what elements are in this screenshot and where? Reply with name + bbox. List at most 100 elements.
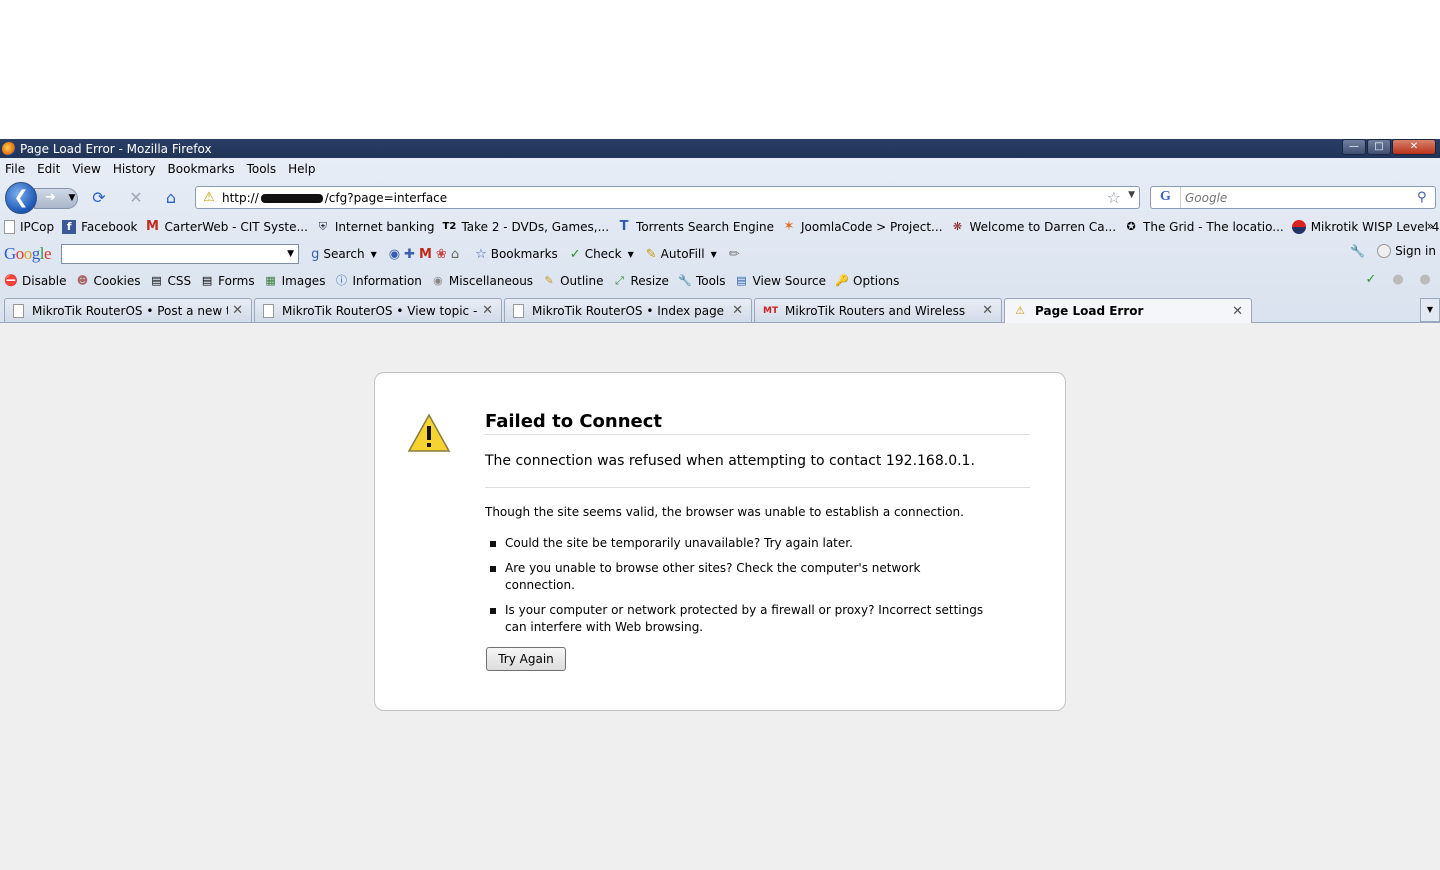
close-tab-icon[interactable]: ✕	[232, 303, 243, 318]
joomla-icon: ✶	[783, 219, 795, 234]
wd-information-menu[interactable]: ⓘ Information	[334, 274, 422, 288]
resize-icon: ⤢	[615, 274, 624, 287]
close-tab-icon[interactable]: ✕	[1232, 304, 1243, 319]
tools-icon: 🔧	[678, 274, 692, 287]
close-window-button[interactable]: ✕	[1392, 139, 1436, 155]
search-input[interactable]	[1181, 190, 1417, 205]
bookmark-star-icon[interactable]: ☆	[1107, 188, 1121, 207]
pen-icon: ✏	[728, 246, 740, 262]
tab-view-topic[interactable]: MikroTik RouterOS • View topic - v4... ✕	[254, 298, 502, 322]
wd-status: ✓ ● ●	[1351, 273, 1432, 287]
error-long-description: Though the site seems valid, the browser…	[485, 505, 964, 519]
menu-bookmarks[interactable]: Bookmarks	[162, 162, 241, 176]
search-engine-icon[interactable]: G	[1151, 187, 1181, 208]
google-g-icon: g	[311, 246, 320, 262]
bookmark-item[interactable]: T2 Take 2 - DVDs, Games,...	[442, 220, 610, 234]
images-icon: ▦	[265, 274, 276, 287]
wd-disable-menu[interactable]: ⛔ Disable	[4, 274, 66, 288]
bookmark-item[interactable]: M CarterWeb - CIT Syste...	[146, 220, 308, 235]
try-again-button[interactable]: Try Again	[486, 647, 566, 671]
divider	[485, 434, 1030, 435]
window-controls: — □ ✕	[1341, 139, 1436, 155]
wd-images-menu[interactable]: ▦ Images	[264, 274, 325, 288]
tab-mikrotik-routers[interactable]: MT MikroTik Routers and Wireless ✕	[754, 298, 1002, 322]
search-icon[interactable]: ⚲	[1417, 190, 1435, 205]
close-tab-icon[interactable]: ✕	[732, 303, 743, 318]
menu-history[interactable]: History	[107, 162, 162, 176]
globe-icon: ◉	[388, 246, 401, 262]
signin-circle-icon	[1377, 244, 1392, 258]
url-dropdown-icon[interactable]: ▼	[1128, 190, 1135, 200]
bookmark-share-icon: ❀	[435, 246, 447, 262]
wd-tools-menu[interactable]: 🔧 Tools	[678, 274, 725, 288]
bookmarks-overflow-icon[interactable]: »	[1427, 219, 1434, 233]
url-text[interactable]: http:///cfg?page=interface	[222, 191, 447, 205]
wd-cookies-menu[interactable]: ☻ Cookies	[76, 274, 141, 288]
wd-options-menu[interactable]: 🔑 Options	[835, 274, 899, 288]
menu-file[interactable]: File	[0, 162, 31, 176]
autofill-button[interactable]: ✎ AutoFill ▼	[646, 247, 717, 262]
tab-post-new-topic[interactable]: MikroTik RouterOS • Post a new topic ✕	[4, 298, 252, 322]
google-bookmarks-button[interactable]: ☆ Bookmarks	[475, 247, 558, 262]
close-tab-icon[interactable]: ✕	[482, 303, 493, 318]
close-tab-icon[interactable]: ✕	[982, 303, 993, 318]
list-item: Could the site be temporarily unavailabl…	[485, 535, 985, 552]
error-page-container: Failed to Connect The connection was ref…	[374, 372, 1066, 711]
page-content: Failed to Connect The connection was ref…	[0, 323, 1440, 870]
navigation-toolbar: ➔ ❮ ▼ ⟳ ✕ ⌂ ⚠ http:///cfg?page=interface…	[0, 180, 1440, 214]
google-tools-buttons[interactable]: ◉ ✚ M ❀ ⌂	[389, 247, 463, 262]
tab-index-page[interactable]: MikroTik RouterOS • Index page ✕	[504, 298, 752, 322]
wrench-icon[interactable]: 🔧	[1350, 244, 1365, 258]
menu-tools[interactable]: Tools	[241, 162, 283, 176]
list-item: Are you unable to browse other sites? Ch…	[485, 560, 985, 594]
bank-icon: ⌂	[450, 246, 460, 262]
bookmark-item[interactable]: ❋ Welcome to Darren Ca...	[951, 220, 1116, 234]
valid-check-icon: ✓	[1365, 272, 1377, 287]
bookmark-item[interactable]: ⛨ Internet banking	[316, 220, 435, 234]
url-bar[interactable]: ⚠ http:///cfg?page=interface ☆ ▼	[195, 186, 1140, 209]
wd-view-source-menu[interactable]: ▤ View Source	[735, 274, 826, 288]
firefox-icon	[2, 141, 16, 156]
google-toolbar: Google ▼ g Search ▼ ◉ ✚ M ❀ ⌂ ☆ Bookmarks ✓ Chec…	[0, 241, 1440, 267]
search-bar[interactable]: G ⚲	[1150, 186, 1436, 209]
menu-edit[interactable]: Edit	[31, 162, 66, 176]
google-search-input[interactable]: ▼	[61, 244, 300, 264]
page-icon	[4, 220, 15, 234]
check-icon: ✓	[569, 246, 581, 262]
sign-in-button[interactable]: Sign in	[1377, 244, 1436, 258]
wd-forms-menu[interactable]: ▤ Forms	[200, 274, 255, 288]
menu-view[interactable]: View	[66, 162, 106, 176]
menubar: File Edit View History Bookmarks Tools H…	[0, 158, 1440, 180]
error-short-description: The connection was refused when attempti…	[485, 453, 975, 469]
window-titlebar: Page Load Error - Mozilla Firefox — □ ✕	[0, 139, 1440, 158]
home-icon[interactable]: ⌂	[161, 188, 181, 208]
highlight-button[interactable]: ✏	[729, 247, 744, 262]
tab-page-load-error[interactable]: ⚠ Page Load Error ✕	[1004, 298, 1252, 323]
reload-icon[interactable]: ⟳	[89, 188, 109, 208]
history-dropdown-icon[interactable]: ▼	[62, 188, 82, 208]
wd-outline-menu[interactable]: ✎ Outline	[542, 274, 603, 288]
browser-chrome: File Edit View History Bookmarks Tools H…	[0, 158, 1440, 323]
information-icon: ⓘ	[335, 274, 347, 287]
wd-resize-menu[interactable]: ⤢ Resize	[612, 274, 669, 288]
google-search-button[interactable]: g Search ▼	[311, 247, 377, 262]
google-logo: Google	[4, 244, 52, 263]
minimize-button[interactable]: —	[1342, 139, 1366, 155]
wd-miscellaneous-menu[interactable]: ◉ Miscellaneous	[431, 274, 533, 288]
bookmark-item[interactable]: T Torrents Search Engine	[617, 220, 774, 235]
list-all-tabs-button[interactable]: ▼	[1420, 298, 1440, 322]
bookmark-item[interactable]: Mikrotik WISP Level 4 ...	[1291, 220, 1440, 234]
bookmark-item[interactable]: IPCop	[4, 220, 54, 234]
divider	[485, 487, 1030, 488]
error-suggestions: Could the site be temporarily unavailabl…	[485, 535, 985, 644]
mikrotik-icon	[1291, 220, 1306, 234]
bookmark-item[interactable]: ✪ The Grid - The locatio...	[1124, 220, 1283, 234]
wd-css-menu[interactable]: ▤ CSS	[150, 274, 191, 288]
back-button[interactable]: ❮	[5, 182, 37, 214]
spellcheck-button[interactable]: ✓ Check ▼	[570, 247, 634, 262]
maximize-button[interactable]: □	[1367, 139, 1391, 155]
bookmark-item[interactable]: f Facebook	[62, 220, 138, 234]
stop-icon[interactable]: ✕	[126, 188, 146, 208]
menu-help[interactable]: Help	[282, 162, 321, 176]
bookmark-item[interactable]: ✶ JoomlaCode > Project...	[782, 219, 943, 235]
